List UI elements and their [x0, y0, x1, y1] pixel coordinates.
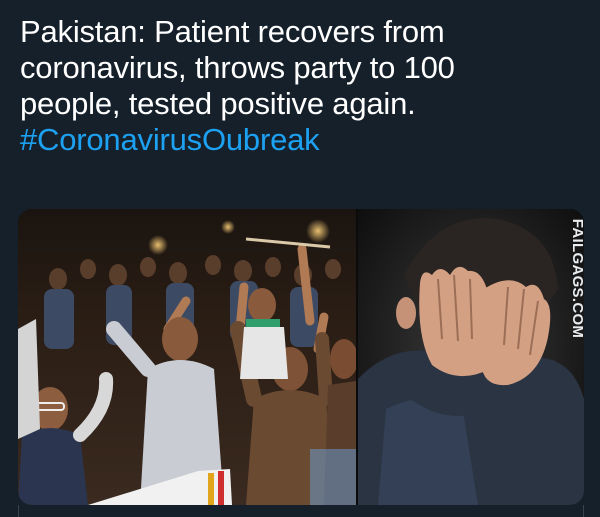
- watermark-text: FAILGAGS.COM: [569, 218, 587, 338]
- facepalm-photo[interactable]: [358, 209, 584, 505]
- hashtag-link[interactable]: #CoronavirusOubreak: [20, 122, 560, 158]
- tweet-text-line-1: Pakistan: Patient recovers from: [20, 14, 445, 49]
- tweet-media[interactable]: [18, 209, 584, 505]
- tweet-text: Pakistan: Patient recovers from coronavi…: [20, 14, 560, 158]
- crowd-photo[interactable]: [18, 209, 356, 505]
- media-card-border: [18, 505, 584, 517]
- tweet-text-line-3: people, tested positive again.: [20, 86, 416, 121]
- tweet-text-line-2: coronavirus, throws party to 100: [20, 50, 455, 85]
- failgags-watermark: FAILGAGS.COM: [566, 218, 590, 337]
- crowd-photo-graphic: [18, 209, 356, 505]
- facepalm-photo-graphic: [358, 209, 584, 505]
